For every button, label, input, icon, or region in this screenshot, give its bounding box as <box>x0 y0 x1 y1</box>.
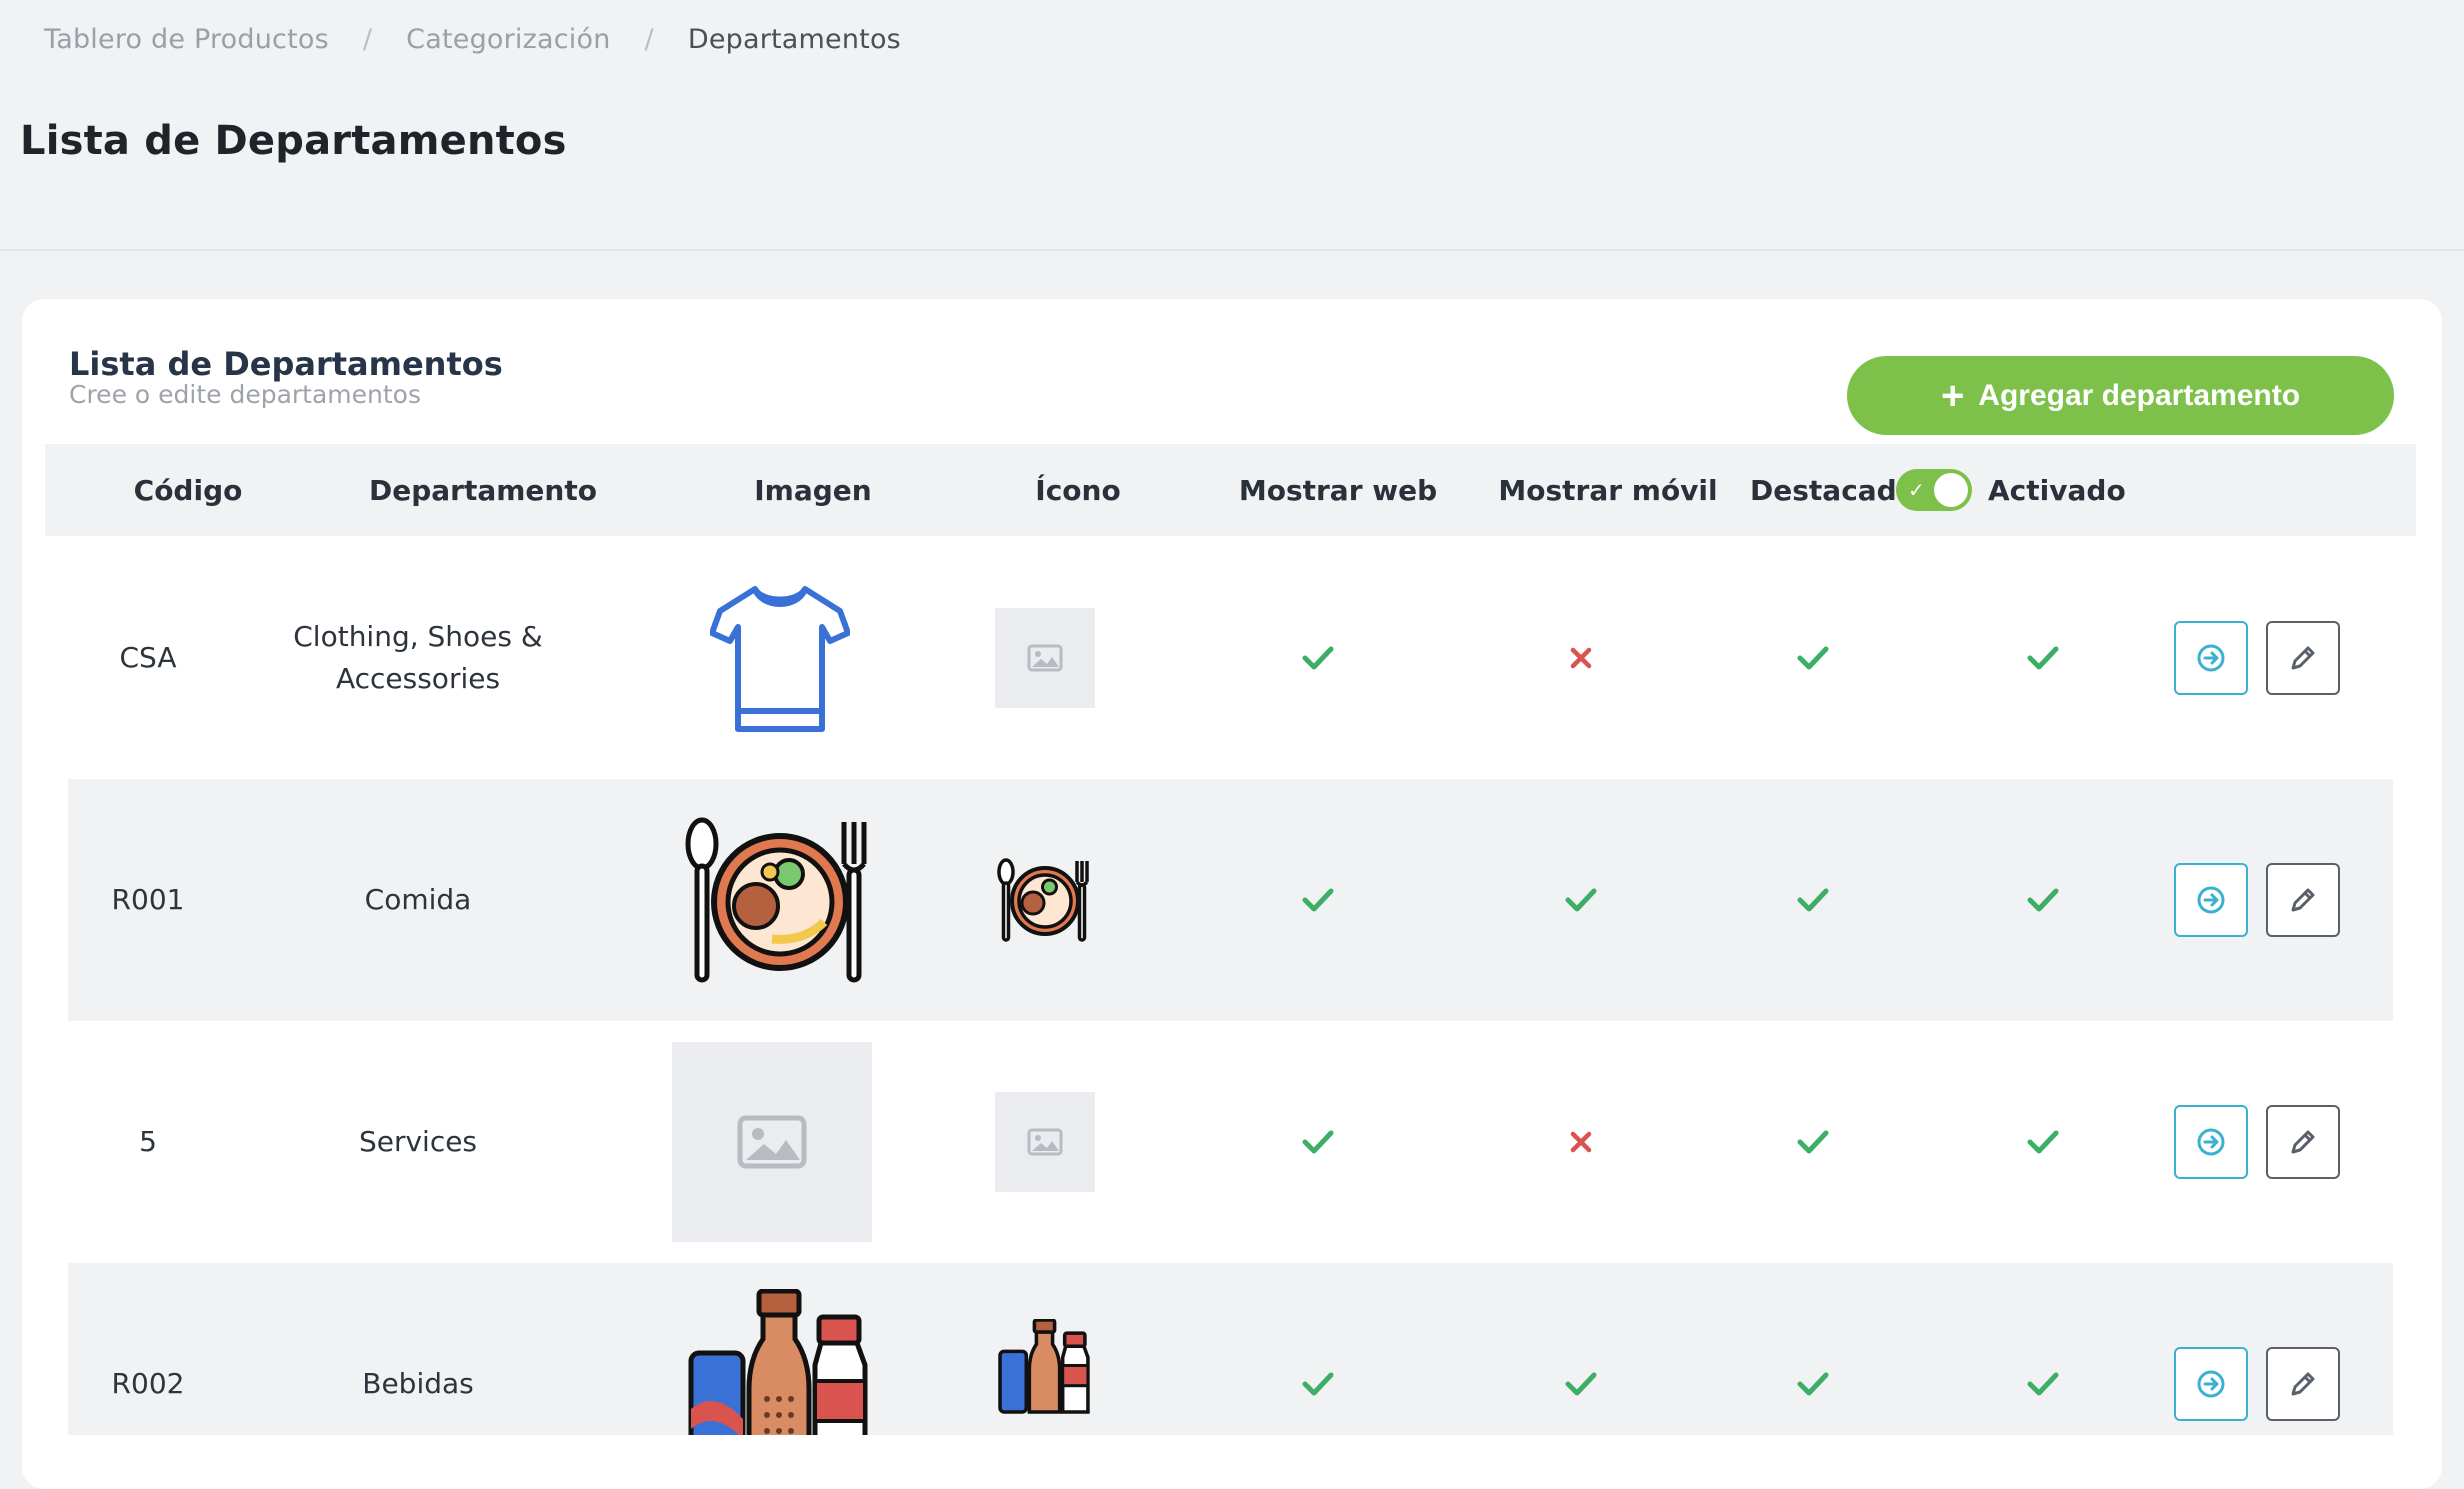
placeholder-image-icon <box>995 608 1095 708</box>
column-header-department[interactable]: Departamento <box>308 444 658 536</box>
table-row: 5 Services <box>68 1021 2393 1263</box>
featured-check-icon <box>1773 779 1853 1021</box>
table-row: R002 Bebidas <box>68 1263 2393 1435</box>
show-web-check-icon <box>1278 1263 1358 1435</box>
view-subcategories-button[interactable] <box>2174 621 2248 695</box>
edit-department-button[interactable] <box>2266 1347 2340 1421</box>
add-department-label: Agregar departamento <box>1978 378 2301 412</box>
column-header-icon: Ícono <box>1035 473 1121 507</box>
table-header: Código Departamento Imagen Ícono Mostrar… <box>45 444 2416 536</box>
pencil-icon <box>2291 646 2315 670</box>
plus-icon: + <box>1940 373 1965 418</box>
cell-code: 5 <box>139 1125 157 1158</box>
arrow-circle-right-icon <box>2197 1370 2225 1398</box>
cell-department-name: Bebidas <box>362 1367 474 1400</box>
page-title: Lista de Departamentos <box>20 118 567 164</box>
breadcrumb-separator: / <box>644 23 654 55</box>
card-title: Lista de Departamentos <box>69 345 503 383</box>
active-check-icon <box>2003 1263 2083 1435</box>
header-divider <box>0 249 2464 251</box>
edit-department-button[interactable] <box>2266 863 2340 937</box>
toggle-knob <box>1934 473 1968 507</box>
featured-check-icon <box>1773 537 1853 779</box>
placeholder-image <box>672 1042 872 1242</box>
show-web-check-icon <box>1278 537 1358 779</box>
arrow-circle-right-icon <box>2197 644 2225 672</box>
cell-code: CSA <box>119 641 177 674</box>
column-header-show-web[interactable]: Mostrar web <box>1188 444 1488 536</box>
cell-department-name: Services <box>358 1125 478 1158</box>
table-row: CSA Clothing, Shoes & Accessories <box>68 537 2393 779</box>
arrow-circle-right-icon <box>2197 1128 2225 1156</box>
column-header-activated: ✓ Activado <box>1896 444 2163 536</box>
cell-code: R002 <box>111 1367 185 1400</box>
show-mobile-check-icon <box>1541 779 1621 1021</box>
edit-department-button[interactable] <box>2266 621 2340 695</box>
pencil-icon <box>2291 888 2315 912</box>
t-shirt-image <box>668 537 892 779</box>
show-web-check-icon <box>1278 1021 1358 1263</box>
drinks-bottles-image <box>668 1263 892 1435</box>
show-mobile-check-icon <box>1541 1263 1621 1435</box>
breadcrumb-link-categorization[interactable]: Categorización <box>406 24 610 55</box>
breadcrumb-current: Departamentos <box>687 23 901 55</box>
activated-filter-toggle[interactable]: ✓ <box>1896 469 1972 511</box>
arrow-circle-right-icon <box>2197 886 2225 914</box>
breadcrumb-link-dashboard[interactable]: Tablero de Productos <box>44 24 329 55</box>
show-web-check-icon <box>1278 779 1358 1021</box>
placeholder-image-icon <box>995 1092 1095 1192</box>
activated-label: Activado <box>1988 473 2126 507</box>
show-mobile-x-icon <box>1541 1021 1621 1263</box>
column-header-image: Imagen <box>754 473 872 507</box>
active-check-icon <box>2003 779 2083 1021</box>
cell-department-name: Clothing, Shoes & Accessories <box>293 620 543 695</box>
cell-icon <box>985 1021 1105 1263</box>
cell-code: R001 <box>111 883 185 916</box>
cell-icon <box>985 537 1105 779</box>
check-icon: ✓ <box>1908 478 1925 502</box>
active-check-icon <box>2003 1021 2083 1263</box>
featured-check-icon <box>1773 1021 1853 1263</box>
cell-department-name: Comida <box>364 883 472 916</box>
active-check-icon <box>2003 537 2083 779</box>
show-mobile-x-icon <box>1541 537 1621 779</box>
table-row: R001 Comida <box>68 779 2393 1021</box>
view-subcategories-button[interactable] <box>2174 1105 2248 1179</box>
featured-check-icon <box>1773 1263 1853 1435</box>
card-subtitle: Cree o edite departamentos <box>69 380 422 409</box>
food-plate-icon <box>985 779 1105 1021</box>
breadcrumb-separator: / <box>362 23 373 55</box>
breadcrumb: Tablero de Productos / Categorización / … <box>44 18 901 60</box>
column-header-code[interactable]: Código <box>68 444 308 536</box>
view-subcategories-button[interactable] <box>2174 863 2248 937</box>
drinks-bottles-icon <box>985 1263 1105 1435</box>
view-subcategories-button[interactable] <box>2174 1347 2248 1421</box>
cell-image <box>672 1021 872 1263</box>
add-department-button[interactable]: + Agregar departamento <box>1847 356 2394 435</box>
pencil-icon <box>2291 1130 2315 1154</box>
edit-department-button[interactable] <box>2266 1105 2340 1179</box>
food-plate-image <box>668 779 892 1021</box>
pencil-icon <box>2291 1372 2315 1396</box>
